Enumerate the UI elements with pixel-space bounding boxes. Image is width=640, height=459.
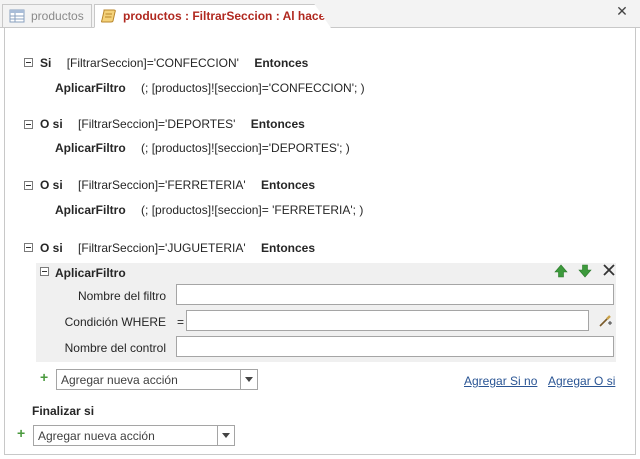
action-editor-title: AplicarFiltro (55, 266, 126, 280)
else-if-header[interactable]: O si [FiltrarSeccion]='JUGUETERIA' Enton… (40, 241, 315, 255)
then-keyword: Entonces (250, 117, 305, 131)
move-down-icon[interactable] (578, 264, 592, 281)
action-args: (; [productos]![seccion]='CONFECCION'; ) (141, 81, 365, 95)
macro-icon (101, 9, 117, 23)
where-condition-input[interactable] (186, 310, 589, 331)
chevron-down-icon[interactable] (240, 370, 257, 389)
else-if-condition[interactable]: [FiltrarSeccion]='DEPORTES' (78, 117, 235, 131)
else-if-header[interactable]: O si [FiltrarSeccion]='DEPORTES' Entonce… (40, 117, 305, 131)
collapse-icon[interactable] (24, 58, 33, 67)
collapse-icon[interactable] (24, 120, 33, 129)
collapse-icon[interactable] (24, 181, 33, 190)
expression-builder-icon[interactable] (598, 313, 613, 331)
add-action-placeholder: Agregar nueva acción (61, 373, 178, 387)
add-action-select-outer[interactable]: Agregar nueva acción (33, 425, 235, 446)
else-if-condition[interactable]: [FiltrarSeccion]='FERRETERIA' (78, 178, 246, 192)
action-name: AplicarFiltro (55, 81, 126, 95)
action-args: (; [productos]![seccion]='DEPORTES'; ) (141, 141, 350, 155)
control-name-input[interactable] (176, 336, 614, 357)
else-if-header[interactable]: O si [FiltrarSeccion]='FERRETERIA' Enton… (40, 178, 315, 192)
tab-label: productos : FiltrarSeccion : Al hacer cl… (123, 9, 354, 23)
add-icon: + (40, 369, 49, 385)
then-keyword: Entonces (254, 56, 309, 70)
action-row[interactable]: AplicarFiltro (; [productos]![seccion]='… (55, 141, 350, 155)
add-action-placeholder: Agregar nueva acción (38, 429, 155, 443)
add-icon: + (17, 425, 26, 441)
then-keyword: Entonces (261, 178, 316, 192)
tab-macro-filtrarseccion[interactable]: productos : FiltrarSeccion : Al hacer cl… (94, 4, 331, 28)
else-if-keyword: O si (40, 241, 63, 255)
collapse-icon[interactable] (24, 243, 33, 252)
if-header[interactable]: Si [FiltrarSeccion]='CONFECCION' Entonce… (40, 56, 308, 70)
add-action-select[interactable]: Agregar nueva acción (56, 369, 258, 390)
move-up-icon[interactable] (554, 264, 568, 281)
end-if-label: Finalizar si (32, 404, 95, 418)
collapse-icon[interactable] (40, 267, 49, 276)
tab-productos[interactable]: productos (2, 4, 92, 27)
where-condition-label: Condición WHERE (64, 315, 166, 329)
else-if-condition[interactable]: [FiltrarSeccion]='JUGUETERIA' (78, 241, 246, 255)
else-if-keyword: O si (40, 117, 63, 131)
else-if-keyword: O si (40, 178, 63, 192)
action-name: AplicarFiltro (55, 141, 126, 155)
delete-icon[interactable] (602, 263, 616, 280)
where-equals-sign: = (177, 315, 185, 329)
close-icon[interactable]: ✕ (614, 3, 630, 19)
control-name-label: Nombre del control (64, 341, 166, 355)
document-tab-bar: productos productos : FiltrarSeccion : A… (0, 0, 640, 28)
filter-name-input[interactable] (176, 284, 614, 305)
if-condition[interactable]: [FiltrarSeccion]='CONFECCION' (67, 56, 239, 70)
then-keyword: Entonces (261, 241, 316, 255)
if-keyword: Si (40, 56, 52, 70)
add-else-if-link[interactable]: Agregar O si (548, 374, 615, 388)
filter-name-label: Nombre del filtro (77, 289, 166, 303)
action-row[interactable]: AplicarFiltro (; [productos]![seccion]= … (55, 203, 363, 217)
action-name: AplicarFiltro (55, 203, 126, 217)
table-icon (9, 9, 25, 23)
chevron-down-icon[interactable] (217, 426, 234, 445)
action-row[interactable]: AplicarFiltro (; [productos]![seccion]='… (55, 81, 365, 95)
add-else-link[interactable]: Agregar Si no (464, 374, 537, 388)
action-args: (; [productos]![seccion]= 'FERRETERIA'; … (141, 203, 364, 217)
tab-label: productos (31, 9, 84, 23)
